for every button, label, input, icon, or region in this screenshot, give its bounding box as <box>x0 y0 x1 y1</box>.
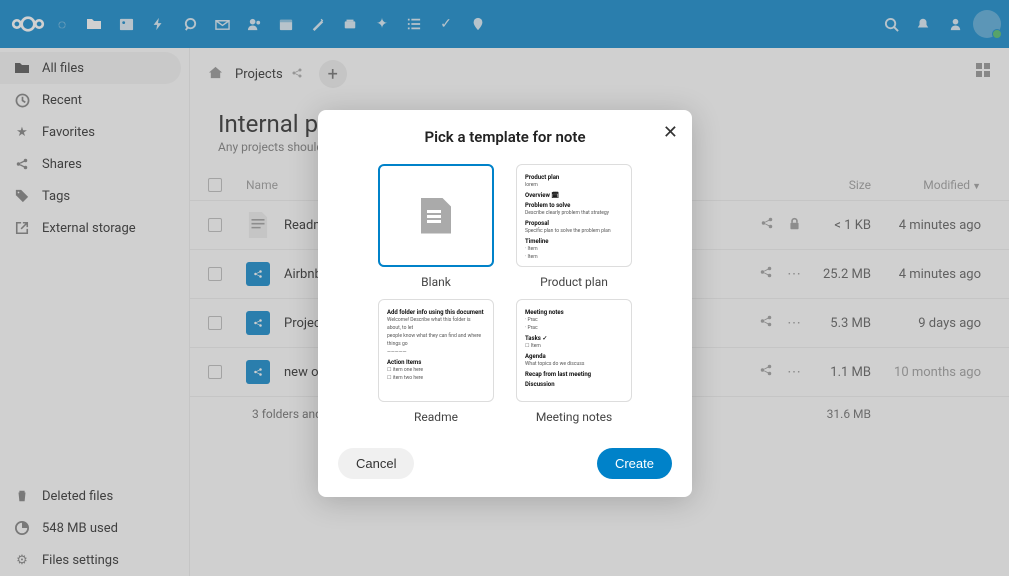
close-icon[interactable]: ✕ <box>663 122 678 143</box>
template-picker-modal: ✕ Pick a template for note Blank Product … <box>318 110 692 497</box>
modal-title: Pick a template for note <box>318 110 692 158</box>
create-button[interactable]: Create <box>597 448 672 479</box>
template-preview: Meeting notes· Prac· PracTasks ✓☐ ItemAg… <box>516 299 632 402</box>
template-preview <box>378 164 494 267</box>
template-label: Blank <box>421 275 451 289</box>
template-preview: Add folder info using this documentWelco… <box>378 299 494 402</box>
template-meetingnotes[interactable]: Meeting notes· Prac· PracTasks ✓☐ ItemAg… <box>516 299 632 424</box>
template-blank[interactable]: Blank <box>378 164 494 289</box>
template-label: Product plan <box>540 275 608 289</box>
template-preview: Product planloremOverview 🗓Problem to so… <box>516 164 632 267</box>
template-readme[interactable]: Add folder info using this documentWelco… <box>378 299 494 424</box>
cancel-button[interactable]: Cancel <box>338 448 414 479</box>
template-productplan[interactable]: Product planloremOverview 🗓Problem to so… <box>516 164 632 289</box>
template-label: Readme <box>414 410 458 424</box>
template-label: Meeting notes <box>536 410 612 424</box>
